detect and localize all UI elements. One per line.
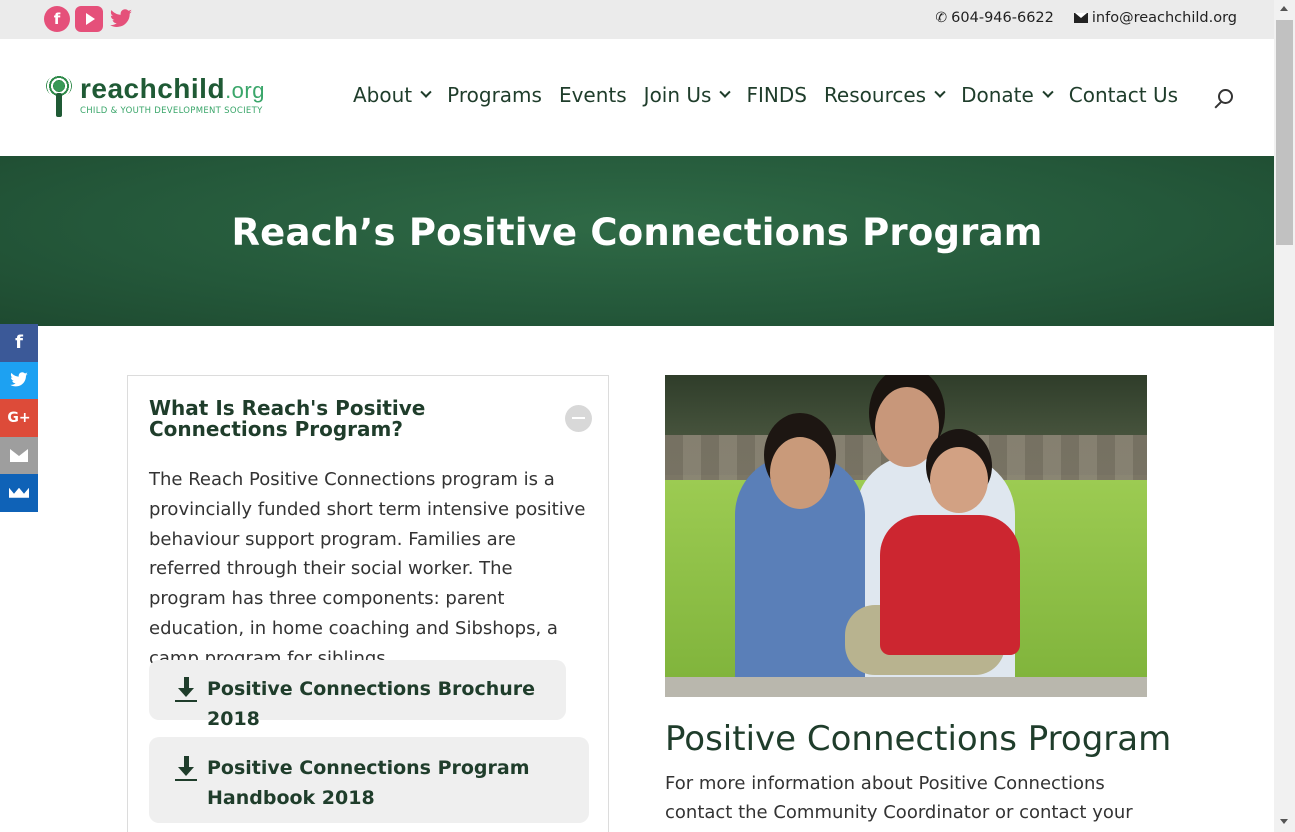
side-share-bar: f G+: [0, 324, 38, 512]
accordion-panel: What Is Reach's Positive Connections Pro…: [127, 375, 609, 832]
youtube-icon[interactable]: [75, 6, 103, 32]
top-contact: ✆ 604-946-6622 info@reachchild.org: [935, 10, 1237, 26]
phone-icon: ✆: [935, 10, 948, 26]
download-label: Positive Connections Brochure 2018: [207, 678, 536, 730]
logo-tagline: CHILD & YOUTH DEVELOPMENT SOCIETY: [80, 106, 263, 116]
play-glyph: [85, 13, 95, 25]
share-facebook-icon[interactable]: f: [0, 324, 38, 362]
share-sumome-icon[interactable]: [0, 474, 38, 512]
share-googleplus-icon[interactable]: G+: [0, 399, 38, 437]
email-address: info@reachchild.org: [1091, 10, 1237, 26]
page-title: Reach’s Positive Connections Program: [231, 211, 1043, 254]
chevron-down-icon: [420, 86, 432, 98]
download-icon: [175, 677, 197, 703]
family-photo: [665, 375, 1147, 697]
brochure-download-button[interactable]: Positive Connections Brochure 2018: [149, 660, 566, 730]
chevron-down-icon: [719, 86, 732, 98]
accordion-title[interactable]: What Is Reach's Positive Connections Pro…: [149, 398, 529, 440]
twitter-bird: [10, 372, 28, 387]
nav-resources[interactable]: Resources: [824, 83, 946, 107]
facebook-glyph: f: [53, 10, 61, 28]
handbook-download-button[interactable]: Positive Connections Program Handbook 20…: [149, 737, 589, 823]
download-icon: [175, 756, 197, 782]
hero-banner: Reach’s Positive Connections Program: [0, 156, 1274, 326]
twitter-icon[interactable]: [108, 6, 134, 32]
logo-wordmark: reachchild.org: [80, 73, 265, 104]
facebook-icon[interactable]: f: [44, 6, 70, 32]
scroll-thumb[interactable]: [1276, 20, 1293, 245]
twitter-bird: [110, 9, 132, 27]
page-scrollbar[interactable]: [1274, 0, 1295, 832]
collapse-icon[interactable]: [565, 405, 592, 432]
chevron-down-icon: [934, 86, 946, 98]
chevron-down-icon: [1042, 86, 1054, 98]
main-nav: About Programs Events Join Us FINDS Reso…: [353, 83, 1195, 107]
download-label: Positive Connections Program Handbook 20…: [207, 757, 530, 809]
nav-contact-us[interactable]: Contact Us: [1069, 83, 1178, 107]
share-email-icon[interactable]: [0, 436, 38, 474]
tree-logo-icon: [44, 75, 74, 119]
nav-events[interactable]: Events: [559, 83, 627, 107]
top-social-links: f: [44, 6, 134, 32]
top-bar: f ✆ 604-946-6622 info@reachchild.org: [0, 0, 1274, 39]
share-twitter-icon[interactable]: [0, 361, 38, 399]
site-logo[interactable]: reachchild.org CHILD & YOUTH DEVELOPMENT…: [44, 75, 265, 119]
nav-programs[interactable]: Programs: [447, 83, 542, 107]
scroll-down-arrow-icon[interactable]: [1280, 819, 1288, 824]
nav-about[interactable]: About: [353, 83, 432, 107]
accordion-body: The Reach Positive Connections program i…: [149, 469, 586, 669]
site-header: reachchild.org CHILD & YOUTH DEVELOPMENT…: [0, 39, 1274, 156]
mail-icon: [1073, 13, 1088, 23]
nav-join-us[interactable]: Join Us: [644, 83, 732, 107]
nav-donate[interactable]: Donate: [961, 83, 1054, 107]
phone-link[interactable]: ✆ 604-946-6622: [935, 10, 1053, 26]
section-text: For more information about Positive Conn…: [665, 773, 1133, 832]
scroll-up-arrow-icon[interactable]: [1280, 6, 1288, 11]
phone-number: 604-946-6622: [951, 10, 1054, 26]
email-link[interactable]: info@reachchild.org: [1073, 10, 1237, 26]
nav-finds[interactable]: FINDS: [746, 83, 806, 107]
search-icon[interactable]: [1212, 89, 1236, 113]
section-heading: Positive Connections Program: [665, 719, 1172, 759]
